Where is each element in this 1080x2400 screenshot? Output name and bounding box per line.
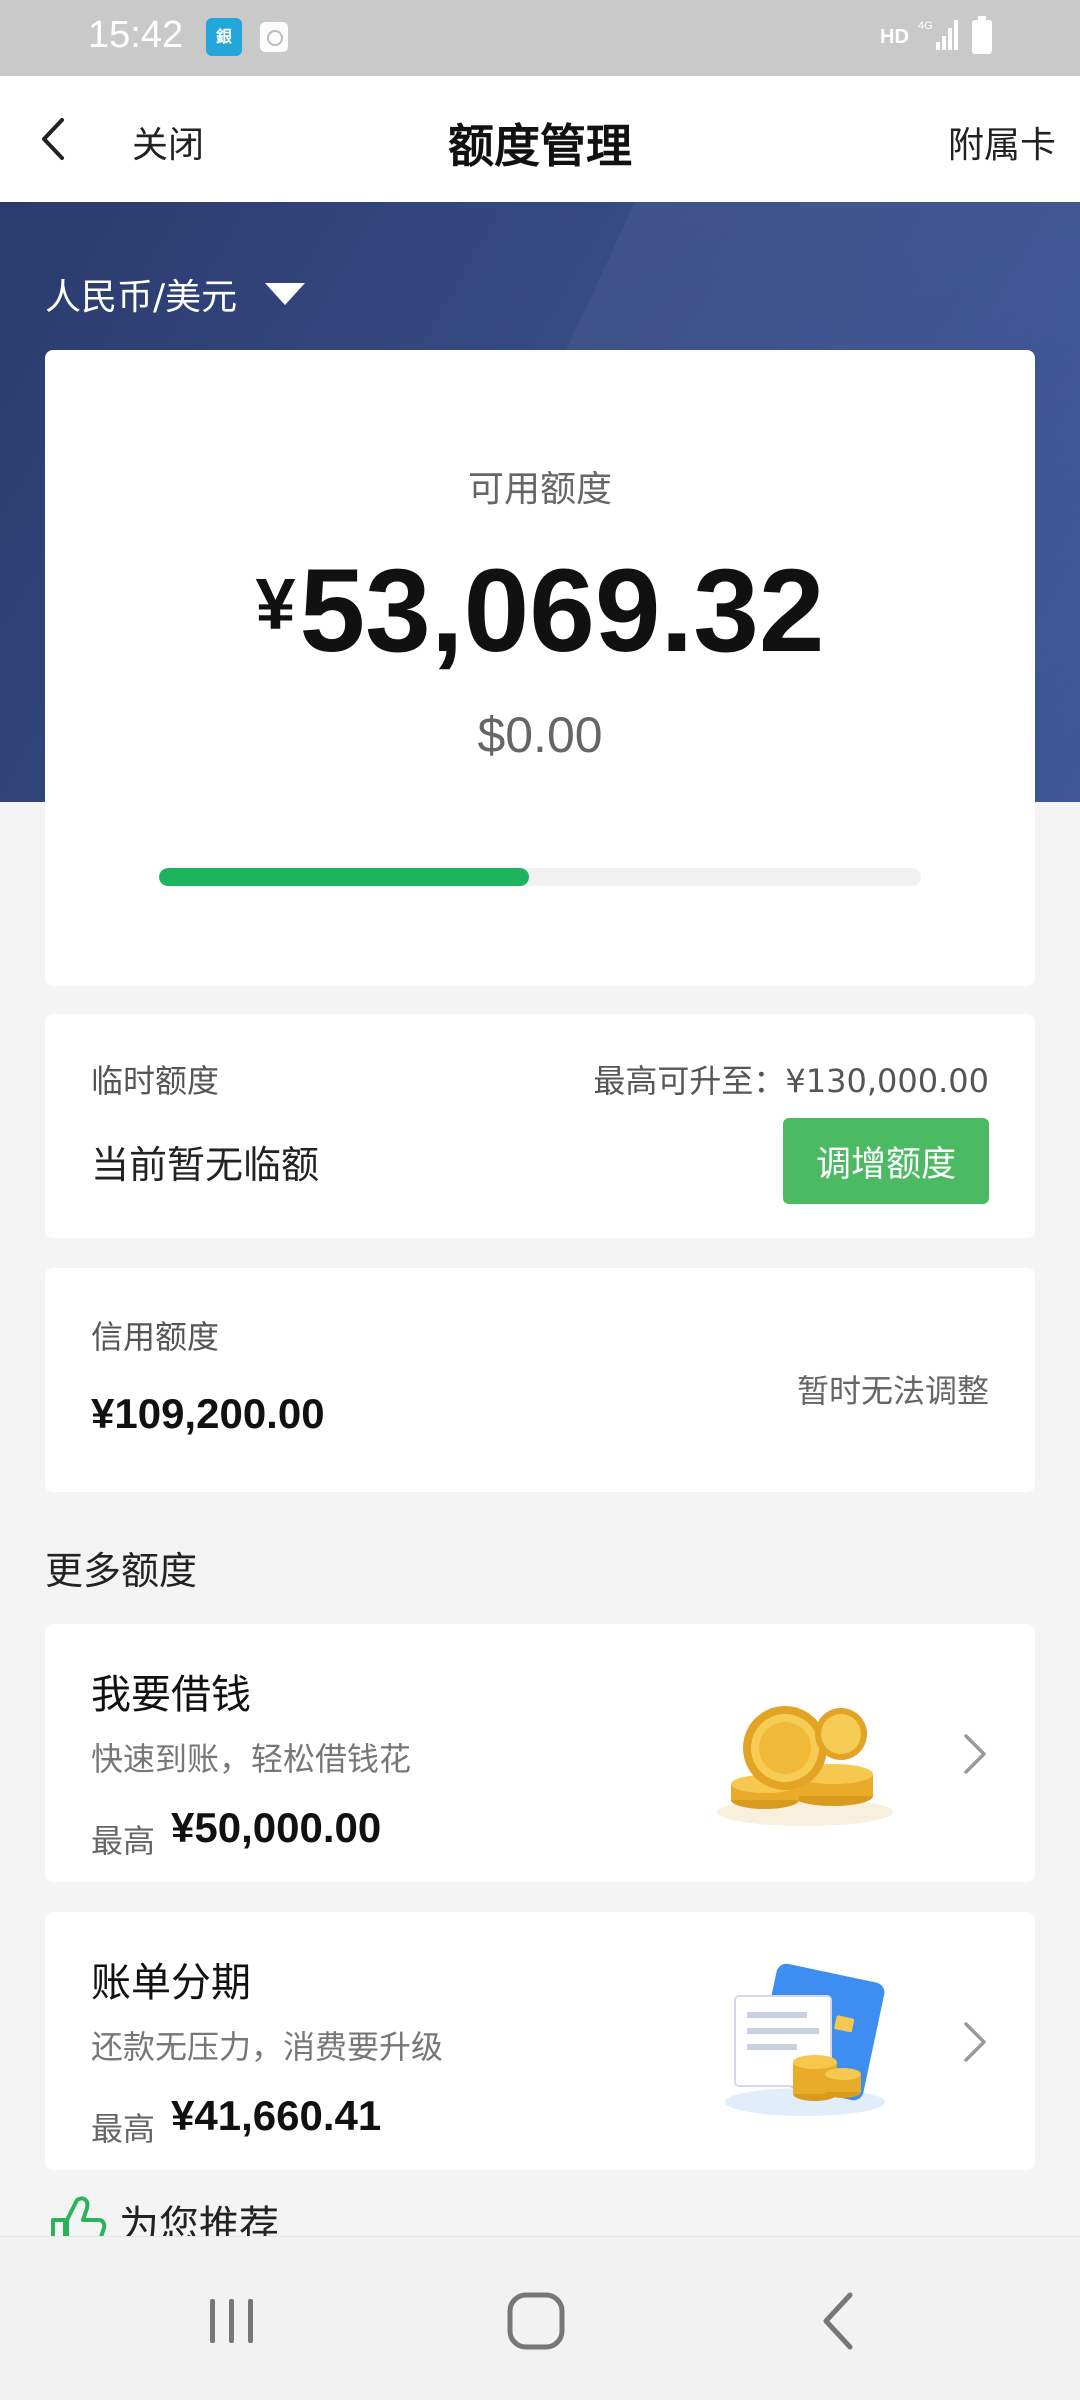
signal-type-label: 4G	[918, 20, 933, 32]
available-credit-label: 可用额度	[467, 469, 612, 510]
offer-title: 账单分期	[91, 1960, 251, 2006]
offer-max-label: 最高	[91, 1822, 156, 1860]
caret-down-icon	[265, 283, 306, 305]
system-navigation-bar	[0, 2236, 1080, 2400]
available-credit-amount: ¥53,069.32	[45, 540, 1035, 676]
battery-icon	[972, 16, 992, 54]
page-title: 额度管理	[448, 119, 632, 173]
credit-limit-amount: ¥109,200.00	[91, 1390, 325, 1437]
home-icon[interactable]	[496, 2289, 576, 2353]
offer-max-value: ¥41,660.41	[171, 2092, 382, 2139]
credit-limit-note: 暂时无法调整	[796, 1372, 989, 1410]
offer-max-value: ¥50,000.00	[171, 1804, 382, 1851]
credit-usage-progress	[159, 868, 921, 886]
available-usd-amount: $0.00	[477, 707, 603, 763]
currency-selector[interactable]: 人民币/美元	[45, 268, 306, 320]
credit-limit-label: 信用额度	[91, 1318, 220, 1356]
system-back-icon[interactable]	[800, 2289, 880, 2353]
yen-symbol: ¥	[255, 565, 296, 645]
temporary-credit-card: 临时额度 最高可升至：¥130,000.00 当前暂无临额 调增额度	[45, 1014, 1035, 1238]
borrow-money-card[interactable]: 我要借钱 快速到账，轻松借钱花 最高 ¥50,000.00	[45, 1624, 1035, 1882]
offer-description: 快速到账，轻松借钱花	[91, 1740, 412, 1778]
clock-notification-icon	[260, 22, 288, 52]
status-time: 15:42	[88, 14, 184, 56]
temporary-credit-label: 临时额度	[91, 1062, 220, 1100]
supplementary-card-button[interactable]: 附属卡	[948, 116, 1056, 168]
temporary-credit-status: 当前暂无临额	[91, 1143, 320, 1187]
bank-app-notification-icon: 銀	[206, 18, 242, 56]
bill-installment-card[interactable]: 账单分期 还款无压力，消费要升级 最高 ¥41,660.41	[45, 1912, 1035, 2170]
offer-description: 还款无压力，消费要升级	[91, 2028, 444, 2066]
bill-card-icon	[725, 1963, 885, 2116]
available-credit-card: 可用额度 ¥53,069.32 $0.00	[45, 350, 1035, 986]
signal-icon: 4G	[918, 20, 958, 50]
credit-limit-card: 信用额度 ¥109,200.00 暂时无法调整	[45, 1268, 1035, 1492]
available-amount-value: 53,069.32	[299, 545, 825, 677]
temporary-credit-max: 最高可升至：¥130,000.00	[593, 1062, 989, 1100]
offer-max-label: 最高	[91, 2110, 156, 2148]
currency-selector-label: 人民币/美元	[45, 277, 238, 318]
chevron-right-icon	[964, 2022, 986, 2062]
more-credit-section-title: 更多额度	[45, 1549, 198, 1593]
gold-coins-icon	[717, 1706, 893, 1826]
navigation-bar: 关闭 额度管理 附属卡	[0, 76, 1080, 202]
recent-apps-icon[interactable]	[192, 2289, 272, 2353]
increase-limit-button[interactable]: 调增额度	[783, 1118, 989, 1204]
credit-usage-progress-fill	[159, 868, 529, 886]
network-type-label: HD	[880, 26, 909, 48]
status-bar: 15:42 銀 HD 4G	[0, 0, 1080, 76]
chevron-right-icon	[964, 1734, 986, 1774]
offer-title: 我要借钱	[91, 1672, 251, 1718]
